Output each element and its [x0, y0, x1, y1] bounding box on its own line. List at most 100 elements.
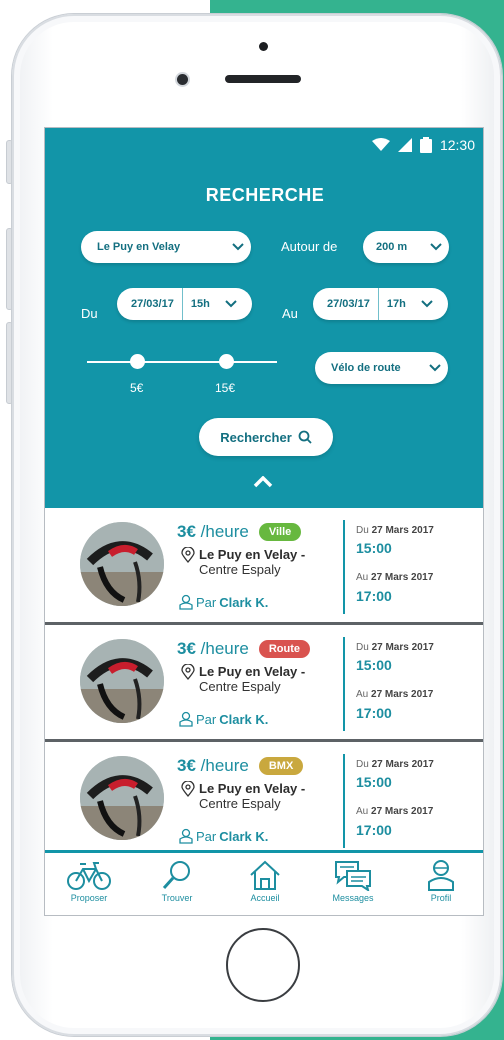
- home-button[interactable]: [226, 928, 300, 1002]
- earpiece-speaker: [225, 75, 301, 83]
- city-select[interactable]: Le Puy en Velay: [81, 231, 251, 263]
- location-line2: Centre Espaly: [199, 562, 281, 577]
- bike-photo: [80, 756, 164, 840]
- tab-profil[interactable]: Profil: [397, 853, 483, 915]
- wifi-icon: [371, 138, 390, 151]
- divider: [181, 288, 183, 320]
- start-date: Du 27 Mars 2017: [356, 759, 434, 770]
- tab-proposer[interactable]: Proposer: [45, 853, 133, 915]
- to-hour-value: 17h: [386, 298, 406, 310]
- start-time: 15:00: [356, 540, 392, 556]
- owner-name: Clark K.: [219, 711, 269, 727]
- bottom-tab-bar: Proposer Trouver Accueil Messages Profil: [45, 850, 483, 915]
- divider: [343, 637, 345, 731]
- owner-prefix: Par: [196, 828, 217, 844]
- to-label: Au: [282, 306, 298, 321]
- profile-icon: [428, 860, 454, 891]
- from-datetime-select[interactable]: 27/03/17 15h: [117, 288, 252, 320]
- bike-icon: [67, 862, 111, 890]
- app-screen: 12:30 RECHERCHE Le Puy en Velay Autour d…: [44, 127, 484, 916]
- messages-icon: [335, 861, 371, 891]
- start-date: Du 27 Mars 2017: [356, 642, 434, 653]
- chevron-down-icon: [422, 352, 448, 384]
- to-datetime-select[interactable]: 27/03/17 17h: [313, 288, 448, 320]
- price-max-handle[interactable]: [219, 354, 234, 369]
- price-min-label: 5€: [130, 381, 144, 395]
- location-line1: Le Puy en Velay -: [199, 781, 306, 796]
- location-line2: Centre Espaly: [199, 679, 281, 694]
- price-value: 3€: [177, 522, 196, 541]
- location: Le Puy en Velay - Centre Espaly: [181, 664, 305, 694]
- location-pin-icon: [181, 664, 195, 680]
- tab-label: Trouver: [161, 893, 193, 903]
- owner-prefix: Par: [196, 711, 217, 727]
- price-max-label: 15€: [215, 381, 236, 395]
- page-title: RECHERCHE: [205, 185, 325, 205]
- sensor-dot: [259, 42, 268, 51]
- results-list: 3€ /heure Ville Le Puy en Velay - Centre …: [45, 508, 483, 859]
- price-unit: /heure: [200, 756, 249, 775]
- search-header: 12:30 RECHERCHE Le Puy en Velay Autour d…: [45, 128, 483, 508]
- location: Le Puy en Velay - Centre Espaly: [181, 781, 305, 811]
- radius-select[interactable]: 200 m: [363, 231, 449, 263]
- tab-label: Messages: [332, 893, 374, 903]
- home-icon: [250, 860, 280, 890]
- list-item[interactable]: 3€ /heure BMX Le Puy en Velay - Centre Es…: [45, 742, 483, 859]
- tab-messages[interactable]: Messages: [309, 853, 397, 915]
- owner[interactable]: Par Clark K.: [179, 711, 268, 727]
- location-pin-icon: [181, 547, 195, 563]
- end-date: Au 27 Mars 2017: [356, 806, 434, 817]
- list-item[interactable]: 3€ /heure Route Le Puy en Velay - Centre …: [45, 625, 483, 742]
- tab-label: Proposer: [70, 893, 108, 903]
- tab-accueil[interactable]: Accueil: [221, 853, 309, 915]
- signal-icon: [397, 138, 412, 152]
- owner-prefix: Par: [196, 594, 217, 610]
- bike-type-value: Vélo de route: [331, 362, 401, 374]
- price-line: 3€ /heure BMX: [177, 756, 304, 776]
- tab-label: Accueil: [250, 893, 280, 903]
- city-select-value: Le Puy en Velay: [97, 241, 181, 253]
- owner-name: Clark K.: [219, 828, 269, 844]
- from-date-value: 27/03/17: [131, 298, 174, 310]
- user-icon: [179, 711, 193, 727]
- divider: [343, 754, 345, 848]
- price-line: 3€ /heure Ville: [177, 522, 302, 542]
- divider: [343, 520, 345, 614]
- price-unit: /heure: [200, 639, 249, 658]
- collapse-caret-icon[interactable]: [253, 476, 273, 488]
- owner[interactable]: Par Clark K.: [179, 594, 268, 610]
- search-button-label: Rechercher: [220, 429, 292, 445]
- price-value: 3€: [177, 756, 196, 775]
- owner-name: Clark K.: [219, 594, 269, 610]
- tab-label: Profil: [430, 893, 452, 903]
- end-time: 17:00: [356, 822, 392, 838]
- location: Le Puy en Velay - Centre Espaly: [181, 547, 305, 577]
- price-unit: /heure: [200, 522, 249, 541]
- category-badge: Ville: [258, 523, 302, 541]
- owner[interactable]: Par Clark K.: [179, 828, 268, 844]
- status-bar: 12:30: [371, 137, 475, 153]
- tab-trouver[interactable]: Trouver: [133, 853, 221, 915]
- category-badge: BMX: [258, 757, 304, 775]
- chevron-down-icon: [218, 288, 244, 320]
- bike-type-select[interactable]: Vélo de route: [315, 352, 448, 384]
- price-value: 3€: [177, 639, 196, 658]
- battery-icon: [419, 137, 432, 153]
- divider: [377, 288, 379, 320]
- end-date: Au 27 Mars 2017: [356, 689, 434, 700]
- end-time: 17:00: [356, 588, 392, 604]
- list-item[interactable]: 3€ /heure Ville Le Puy en Velay - Centre …: [45, 508, 483, 625]
- search-button[interactable]: Rechercher: [199, 418, 333, 456]
- end-time: 17:00: [356, 705, 392, 721]
- location-line1: Le Puy en Velay -: [199, 547, 306, 562]
- front-camera: [177, 74, 188, 85]
- status-time: 12:30: [439, 137, 475, 153]
- location-pin-icon: [181, 781, 195, 797]
- start-time: 15:00: [356, 774, 392, 790]
- chevron-down-icon: [225, 231, 251, 263]
- price-slider-track[interactable]: [87, 361, 277, 363]
- price-min-handle[interactable]: [130, 354, 145, 369]
- start-time: 15:00: [356, 657, 392, 673]
- bike-photo: [80, 522, 164, 606]
- location-line1: Le Puy en Velay -: [199, 664, 306, 679]
